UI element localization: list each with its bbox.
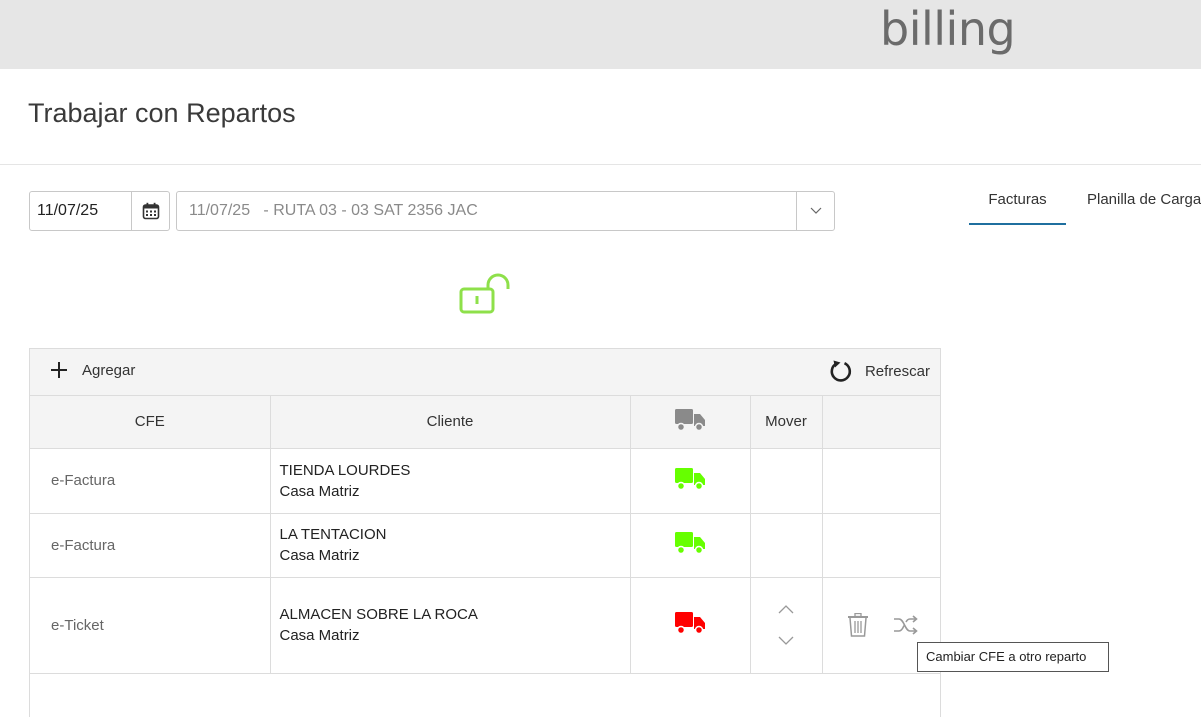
add-button[interactable]: Agregar (50, 361, 135, 379)
top-bar: billing (0, 0, 1201, 69)
refresh-icon (830, 360, 852, 382)
repartos-table: CFE Cliente Mover e-Factura TIENDA LOURD… (30, 396, 940, 674)
cfe-cell: e-Factura (30, 448, 271, 514)
actions-cell (822, 513, 940, 578)
refresh-button-label: Refrescar (864, 362, 930, 380)
chevron-down-icon (810, 207, 821, 214)
truck-icon (675, 612, 705, 635)
grid-toolbar: Agregar Refrescar (30, 349, 940, 396)
page-title: Trabajar con Repartos (28, 98, 296, 128)
tab-facturas[interactable]: Facturas (969, 180, 1066, 225)
client-name: LA TENTACION (279, 526, 387, 543)
trash-icon[interactable] (847, 612, 869, 637)
table-row[interactable]: e-Factura TIENDA LOURDES Casa Matriz (30, 448, 940, 514)
truck-icon (675, 408, 705, 431)
route-dropdown-button[interactable] (796, 192, 834, 230)
delivery-status-cell (630, 577, 751, 674)
cliente-cell: LA TENTACION Casa Matriz (270, 513, 631, 578)
shuffle-icon[interactable] (893, 614, 919, 636)
column-header-cliente[interactable]: Cliente (270, 396, 631, 449)
table-row[interactable]: e-Ticket ALMACEN SOBRE LA ROCA Casa Matr… (30, 577, 940, 674)
column-header-actions (822, 396, 940, 449)
billing-logo: billing (880, 2, 1016, 56)
repartos-grid: Agregar Refrescar CFE Cliente Mover e-Fa… (29, 348, 941, 717)
route-select-value: 11/07/25 - RUTA 03 - 03 SAT 2356 JAC (189, 202, 478, 219)
mover-cell (750, 577, 823, 674)
table-row[interactable]: e-Factura LA TENTACION Casa Matriz (30, 513, 940, 578)
cliente-cell: TIENDA LOURDES Casa Matriz (270, 448, 631, 514)
calendar-icon (142, 202, 159, 220)
cfe-cell: e-Ticket (30, 577, 271, 674)
calendar-button[interactable] (131, 192, 169, 230)
table-header-row: CFE Cliente Mover (30, 396, 940, 449)
delivery-status-cell (630, 448, 751, 514)
tabs: Facturas Planilla de Carga (969, 180, 1201, 226)
title-divider (0, 164, 1201, 165)
cfe-cell: e-Factura (30, 513, 271, 578)
chevron-up-icon[interactable] (778, 604, 794, 614)
date-input[interactable]: 11/07/25 (30, 192, 131, 230)
add-button-label: Agregar (82, 361, 136, 379)
route-select[interactable]: 11/07/25 - RUTA 03 - 03 SAT 2356 JAC (176, 191, 835, 231)
client-name: ALMACEN SOBRE LA ROCA (279, 606, 478, 623)
column-header-delivery (630, 396, 751, 449)
date-picker[interactable]: 11/07/25 (29, 191, 170, 231)
client-branch: Casa Matriz (279, 482, 360, 500)
mover-cell (750, 448, 823, 514)
column-header-cfe[interactable]: CFE (30, 396, 271, 449)
truck-icon (675, 532, 705, 555)
truck-icon (675, 467, 705, 490)
actions-cell (822, 448, 940, 514)
delivery-status-cell (630, 513, 751, 578)
mover-cell (750, 513, 823, 578)
plus-icon (51, 362, 67, 378)
tooltip: Cambiar CFE a otro reparto (917, 642, 1109, 672)
client-name: TIENDA LOURDES (279, 461, 411, 479)
tab-planilla-de-carga[interactable]: Planilla de Carga (1087, 180, 1201, 225)
unlock-icon[interactable] (458, 272, 514, 321)
client-branch: Casa Matriz (279, 627, 360, 644)
client-branch: Casa Matriz (279, 547, 360, 564)
column-header-mover: Mover (750, 396, 823, 449)
cliente-cell: ALMACEN SOBRE LA ROCA Casa Matriz (270, 577, 631, 674)
chevron-down-icon[interactable] (778, 636, 794, 646)
refresh-button[interactable]: Refrescar (829, 359, 930, 383)
